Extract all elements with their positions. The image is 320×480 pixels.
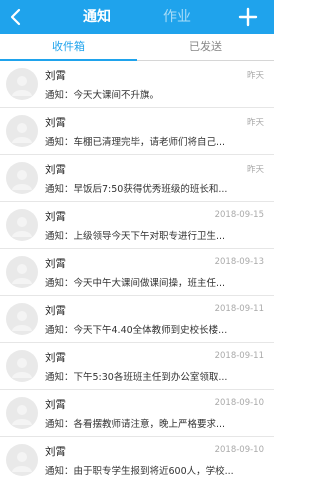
message-time: 昨天 [246,71,264,81]
user-avatar-icon [6,303,38,335]
plus-icon[interactable] [238,7,258,27]
tab-homework[interactable]: 作业 [163,0,191,34]
message-time: 昨天 [246,118,264,128]
app-screen: 通知 作业 收件箱 已发送 刘霄 昨天 通知：今天大课间不升旗。 刘霄 昨天 通… [0,0,274,480]
message-time: 2018-09-11 [214,351,264,361]
message-time: 2018-09-13 [214,257,264,267]
tab-notice[interactable]: 通知 [83,0,111,34]
user-avatar-icon [6,397,38,429]
list-item[interactable]: 刘霄 2018-09-15 通知：上级领导今天下午对职专进行卫生... [0,202,274,249]
message-time: 昨天 [246,165,264,175]
sender-name: 刘霄 [45,305,66,317]
sender-name: 刘霄 [45,117,66,129]
list-item[interactable]: 刘霄 2018-09-11 通知：下午5:30各班班主任到办公室领取... [0,343,274,390]
message-preview: 通知：上级领导今天下午对职专进行卫生... [45,231,226,242]
subtab-inbox[interactable]: 收件箱 [0,34,137,60]
message-preview: 通知：今天中午大课间做课间操，班主任... [45,278,226,289]
list-item[interactable]: 刘霄 昨天 通知：车棚已清理完毕，请老师们将自己... [0,108,274,155]
list-item[interactable]: 刘霄 2018-09-10 通知：各看摆教师请注意，晚上严格要求... [0,390,274,437]
message-preview: 通知：车棚已清理完毕，请老师们将自己... [45,137,226,148]
top-nav-bar: 通知 作业 [0,0,274,34]
message-preview: 通知：今天大课间不升旗。 [45,90,160,101]
sub-tab-bar: 收件箱 已发送 [0,34,274,61]
user-avatar-icon [6,256,38,288]
message-time: 2018-09-10 [214,445,264,455]
message-preview: 通知：由于职专学生报到将近600人，学校... [45,466,234,477]
sender-name: 刘霄 [45,211,66,223]
message-list: 刘霄 昨天 通知：今天大课间不升旗。 刘霄 昨天 通知：车棚已清理完毕，请老师们… [0,61,274,480]
sender-name: 刘霄 [45,258,66,270]
user-avatar-icon [6,444,38,476]
user-avatar-icon [6,68,38,100]
user-avatar-icon [6,115,38,147]
list-item[interactable]: 刘霄 昨天 通知：今天大课间不升旗。 [0,61,274,108]
user-avatar-icon [6,162,38,194]
user-avatar-icon [6,209,38,241]
sender-name: 刘霄 [45,399,66,411]
message-preview: 通知：各看摆教师请注意，晚上严格要求... [45,419,226,430]
subtab-sent[interactable]: 已发送 [137,34,274,60]
sender-name: 刘霄 [45,70,66,82]
list-item[interactable]: 刘霄 2018-09-11 通知：今天下午4.40全体教师到史校长楼... [0,296,274,343]
user-avatar-icon [6,350,38,382]
message-preview: 通知：早饭后7:50获得优秀班级的班长和... [45,184,228,195]
message-preview: 通知：下午5:30各班班主任到办公室领取... [45,372,228,383]
sender-name: 刘霄 [45,164,66,176]
sender-name: 刘霄 [45,446,66,458]
list-item[interactable]: 刘霄 昨天 通知：早饭后7:50获得优秀班级的班长和... [0,155,274,202]
message-time: 2018-09-10 [214,398,264,408]
list-item[interactable]: 刘霄 2018-09-13 通知：今天中午大课间做课间操，班主任... [0,249,274,296]
list-item[interactable]: 刘霄 2018-09-10 通知：由于职专学生报到将近600人，学校... [0,437,274,480]
message-time: 2018-09-11 [214,304,264,314]
message-time: 2018-09-15 [214,210,264,220]
chevron-left-icon[interactable] [6,6,26,28]
message-preview: 通知：今天下午4.40全体教师到史校长楼... [45,325,228,336]
sender-name: 刘霄 [45,352,66,364]
